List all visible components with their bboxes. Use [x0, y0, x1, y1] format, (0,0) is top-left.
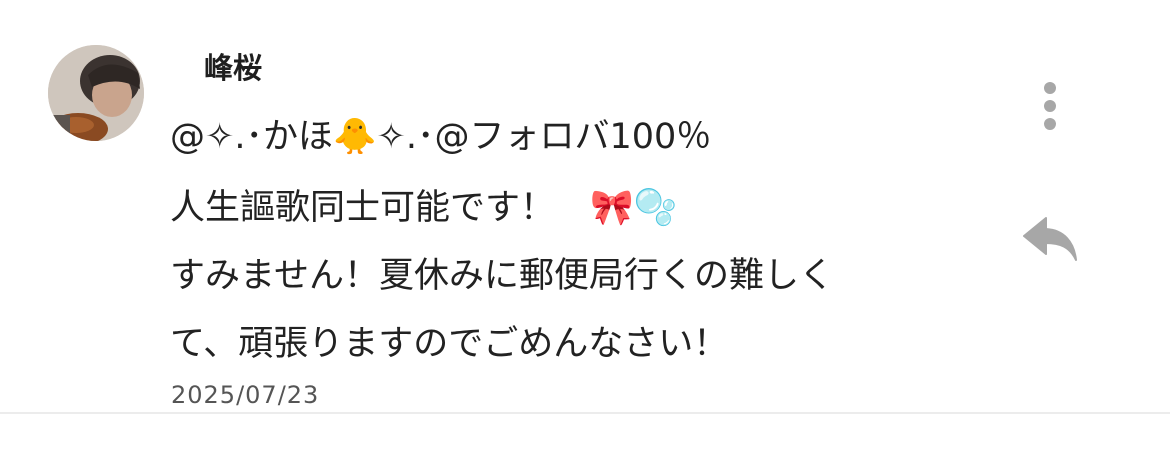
- more-vertical-icon: [1044, 82, 1056, 94]
- comment-line-2: すみません！夏休みに郵便局行くの難しく: [170, 256, 834, 296]
- more-options-button[interactable]: [1034, 76, 1066, 136]
- comment-date: 2025/07/23: [171, 381, 320, 409]
- avatar-image: [48, 45, 144, 141]
- comment-line-3: て、頑張りますのでごめんなさい！: [170, 324, 729, 364]
- comment-body: 人生謳歌同士可能です！ 🎀🫧 すみません！夏休みに郵便局行くの難しく て、頑張り…: [170, 186, 990, 390]
- reply-button[interactable]: [1020, 212, 1080, 266]
- username[interactable]: 峰桜: [204, 48, 262, 88]
- divider: [0, 412, 1170, 414]
- mention-text: @✧.･かほ🐥✧.･@フォロバ100％: [170, 117, 712, 157]
- comment-item: 峰桜 @✧.･かほ🐥✧.･@フォロバ100％ 人生謳歌同士可能です！ 🎀🫧 すみ…: [0, 0, 1170, 414]
- comment-line-1: 人生謳歌同士可能です！ 🎀🫧: [170, 188, 678, 228]
- avatar[interactable]: [48, 45, 144, 141]
- more-vertical-icon-dot: [1044, 100, 1056, 112]
- more-vertical-icon-dot: [1044, 118, 1056, 130]
- reply-arrow-icon: [1023, 217, 1077, 261]
